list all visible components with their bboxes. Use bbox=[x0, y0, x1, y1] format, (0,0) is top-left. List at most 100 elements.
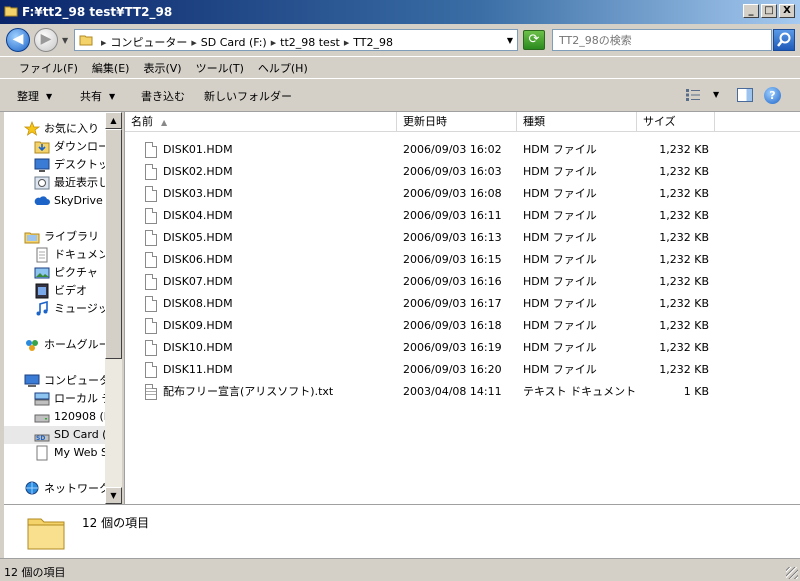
address-bar[interactable]: ▶ コンピューター ▶ SD Card (F:) ▶ tt2_98 test ▶ TT2_98… bbox=[74, 29, 518, 51]
file-row[interactable]: DISK11.HDM 2006/09/03 16:20 HDM ファイル 1,232 … bbox=[125, 359, 800, 381]
file-icon bbox=[145, 274, 157, 290]
file-type: HDM ファイル bbox=[523, 253, 597, 266]
recent-places-icon bbox=[34, 176, 50, 190]
column-header-size[interactable]: サイズ bbox=[637, 112, 715, 132]
documents-icon bbox=[36, 247, 48, 263]
menu-file[interactable]: ファイル(F) bbox=[12, 57, 85, 79]
file-name: DISK04.HDM bbox=[163, 209, 233, 222]
title-bar[interactable]: F:¥tt2_98 test¥TT2_98 _ □ X bbox=[0, 0, 800, 24]
breadcrumb-separator-icon[interactable]: ▶ bbox=[271, 39, 276, 47]
scroll-down-icon[interactable]: ▼ bbox=[105, 487, 122, 504]
chevron-down-icon: ▼ bbox=[109, 92, 116, 101]
new-folder-button[interactable]: 新しいフォルダー bbox=[204, 88, 292, 104]
file-row[interactable]: DISK03.HDM 2006/09/03 16:08 HDM ファイル 1,232 … bbox=[125, 183, 800, 205]
file-type: HDM ファイル bbox=[523, 363, 597, 376]
nav-scrollbar[interactable]: ▲ ▼ bbox=[105, 112, 122, 504]
file-type: HDM ファイル bbox=[523, 319, 597, 332]
file-row[interactable]: DISK01.HDM 2006/09/03 16:02 HDM ファイル 1,232 … bbox=[125, 139, 800, 161]
breadcrumb-sd-card[interactable]: SD Card (F:) bbox=[201, 36, 267, 49]
search-box[interactable] bbox=[552, 29, 772, 51]
file-name: DISK06.HDM bbox=[163, 253, 233, 266]
breadcrumb-separator-icon[interactable]: ▶ bbox=[344, 39, 349, 47]
breadcrumb-separator-icon[interactable]: ▶ bbox=[101, 39, 106, 47]
breadcrumb-tt2-98-test[interactable]: tt2_98 test bbox=[280, 36, 340, 49]
file-icon bbox=[145, 362, 157, 378]
pictures-icon bbox=[34, 267, 50, 279]
preview-pane-icon[interactable] bbox=[737, 88, 753, 102]
file-size: 1 KB bbox=[683, 385, 709, 398]
sd-card-icon: SD bbox=[34, 434, 50, 442]
file-size: 1,232 KB bbox=[659, 165, 709, 178]
file-size: 1,232 KB bbox=[659, 143, 709, 156]
file-type: HDM ファイル bbox=[523, 341, 597, 354]
folder-icon bbox=[79, 35, 93, 46]
search-button[interactable] bbox=[773, 29, 795, 51]
file-type: HDM ファイル bbox=[523, 143, 597, 156]
file-modified: 2006/09/03 16:15 bbox=[403, 253, 502, 266]
nav-label: お気に入り bbox=[44, 122, 99, 135]
skydrive-cloud-icon bbox=[34, 196, 50, 205]
file-row[interactable]: DISK04.HDM 2006/09/03 16:11 HDM ファイル 1,232 … bbox=[125, 205, 800, 227]
breadcrumb-separator-icon[interactable]: ▶ bbox=[191, 39, 196, 47]
breadcrumb-computer[interactable]: コンピューター bbox=[110, 36, 187, 49]
minimize-button[interactable]: _ bbox=[743, 4, 759, 18]
file-row[interactable]: DISK07.HDM 2006/09/03 16:16 HDM ファイル 1,232 … bbox=[125, 271, 800, 293]
file-modified: 2006/09/03 16:16 bbox=[403, 275, 502, 288]
help-icon[interactable]: ? bbox=[764, 87, 781, 104]
burn-button[interactable]: 書き込む bbox=[141, 88, 185, 104]
file-size: 1,232 KB bbox=[659, 297, 709, 310]
scroll-up-icon[interactable]: ▲ bbox=[105, 112, 122, 129]
document-icon bbox=[36, 445, 48, 461]
file-icon bbox=[145, 296, 157, 312]
file-size: 1,232 KB bbox=[659, 319, 709, 332]
view-list-icon[interactable] bbox=[686, 89, 700, 101]
column-label: 名前 bbox=[131, 115, 153, 128]
file-row[interactable]: 配布フリー宣言(アリスソフト).txt 2003/04/08 14:11 テキスト … bbox=[125, 381, 800, 403]
file-modified: 2006/09/03 16:02 bbox=[403, 143, 502, 156]
file-row[interactable]: DISK05.HDM 2006/09/03 16:13 HDM ファイル 1,232 … bbox=[125, 227, 800, 249]
file-row[interactable]: DISK08.HDM 2006/09/03 16:17 HDM ファイル 1,232 … bbox=[125, 293, 800, 315]
menu-tools[interactable]: ツール(T) bbox=[189, 57, 251, 79]
file-icon bbox=[145, 164, 157, 180]
search-input[interactable] bbox=[553, 30, 771, 50]
breadcrumb-tt2-98[interactable]: TT2_98 bbox=[353, 36, 393, 49]
maximize-button[interactable]: □ bbox=[761, 4, 777, 18]
resize-grip-icon[interactable] bbox=[786, 567, 798, 579]
column-header-modified[interactable]: 更新日時 bbox=[397, 112, 517, 132]
share-button[interactable]: 共有 ▼ bbox=[80, 88, 115, 104]
file-list: 名前 ▲ 更新日時 種類 サイズ DISK01.HDM 2006/09/03 16:… bbox=[124, 112, 800, 504]
column-header-name[interactable]: 名前 ▲ bbox=[125, 112, 397, 132]
details-pane: 12 個の項目 bbox=[4, 504, 800, 558]
close-button[interactable]: X bbox=[779, 4, 795, 18]
videos-icon bbox=[35, 283, 49, 299]
network-icon bbox=[25, 481, 39, 495]
address-row: ◀ ▶ ▼ ▶ コンピューター ▶ SD Card (F:) ▶ tt2_98 test ▶… bbox=[0, 24, 800, 56]
file-type: HDM ファイル bbox=[523, 275, 597, 288]
nav-label: SkyDrive bbox=[54, 194, 103, 207]
menu-help[interactable]: ヘルプ(H) bbox=[251, 57, 315, 79]
back-button[interactable]: ◀ bbox=[6, 28, 30, 52]
menu-view[interactable]: 表示(V) bbox=[136, 57, 188, 79]
organize-button[interactable]: 整理 ▼ bbox=[17, 88, 52, 104]
refresh-button[interactable]: ⟳ bbox=[523, 30, 545, 50]
recent-pages-dropdown-icon[interactable]: ▼ bbox=[62, 36, 68, 45]
file-modified: 2003/04/08 14:11 bbox=[403, 385, 502, 398]
column-header-type[interactable]: 種類 bbox=[517, 112, 637, 132]
column-header-empty bbox=[715, 112, 800, 132]
nav-label: ライブラリ bbox=[44, 230, 99, 243]
file-row[interactable]: DISK10.HDM 2006/09/03 16:19 HDM ファイル 1,232 … bbox=[125, 337, 800, 359]
file-modified: 2006/09/03 16:20 bbox=[403, 363, 502, 376]
desktop-icon bbox=[34, 158, 50, 172]
file-name: 配布フリー宣言(アリスソフト).txt bbox=[163, 385, 334, 398]
address-dropdown-icon[interactable]: ▼ bbox=[507, 36, 513, 45]
file-row[interactable]: DISK06.HDM 2006/09/03 16:15 HDM ファイル 1,232 … bbox=[125, 249, 800, 271]
menu-edit[interactable]: 編集(E) bbox=[85, 57, 137, 79]
scroll-thumb[interactable] bbox=[105, 129, 122, 359]
view-options-dropdown-icon[interactable]: ▼ bbox=[713, 90, 719, 99]
organize-label: 整理 bbox=[17, 90, 39, 103]
file-row[interactable]: DISK09.HDM 2006/09/03 16:18 HDM ファイル 1,232 … bbox=[125, 315, 800, 337]
forward-button[interactable]: ▶ bbox=[34, 28, 58, 52]
file-name: DISK05.HDM bbox=[163, 231, 233, 244]
file-row[interactable]: DISK02.HDM 2006/09/03 16:03 HDM ファイル 1,232 … bbox=[125, 161, 800, 183]
file-size: 1,232 KB bbox=[659, 363, 709, 376]
